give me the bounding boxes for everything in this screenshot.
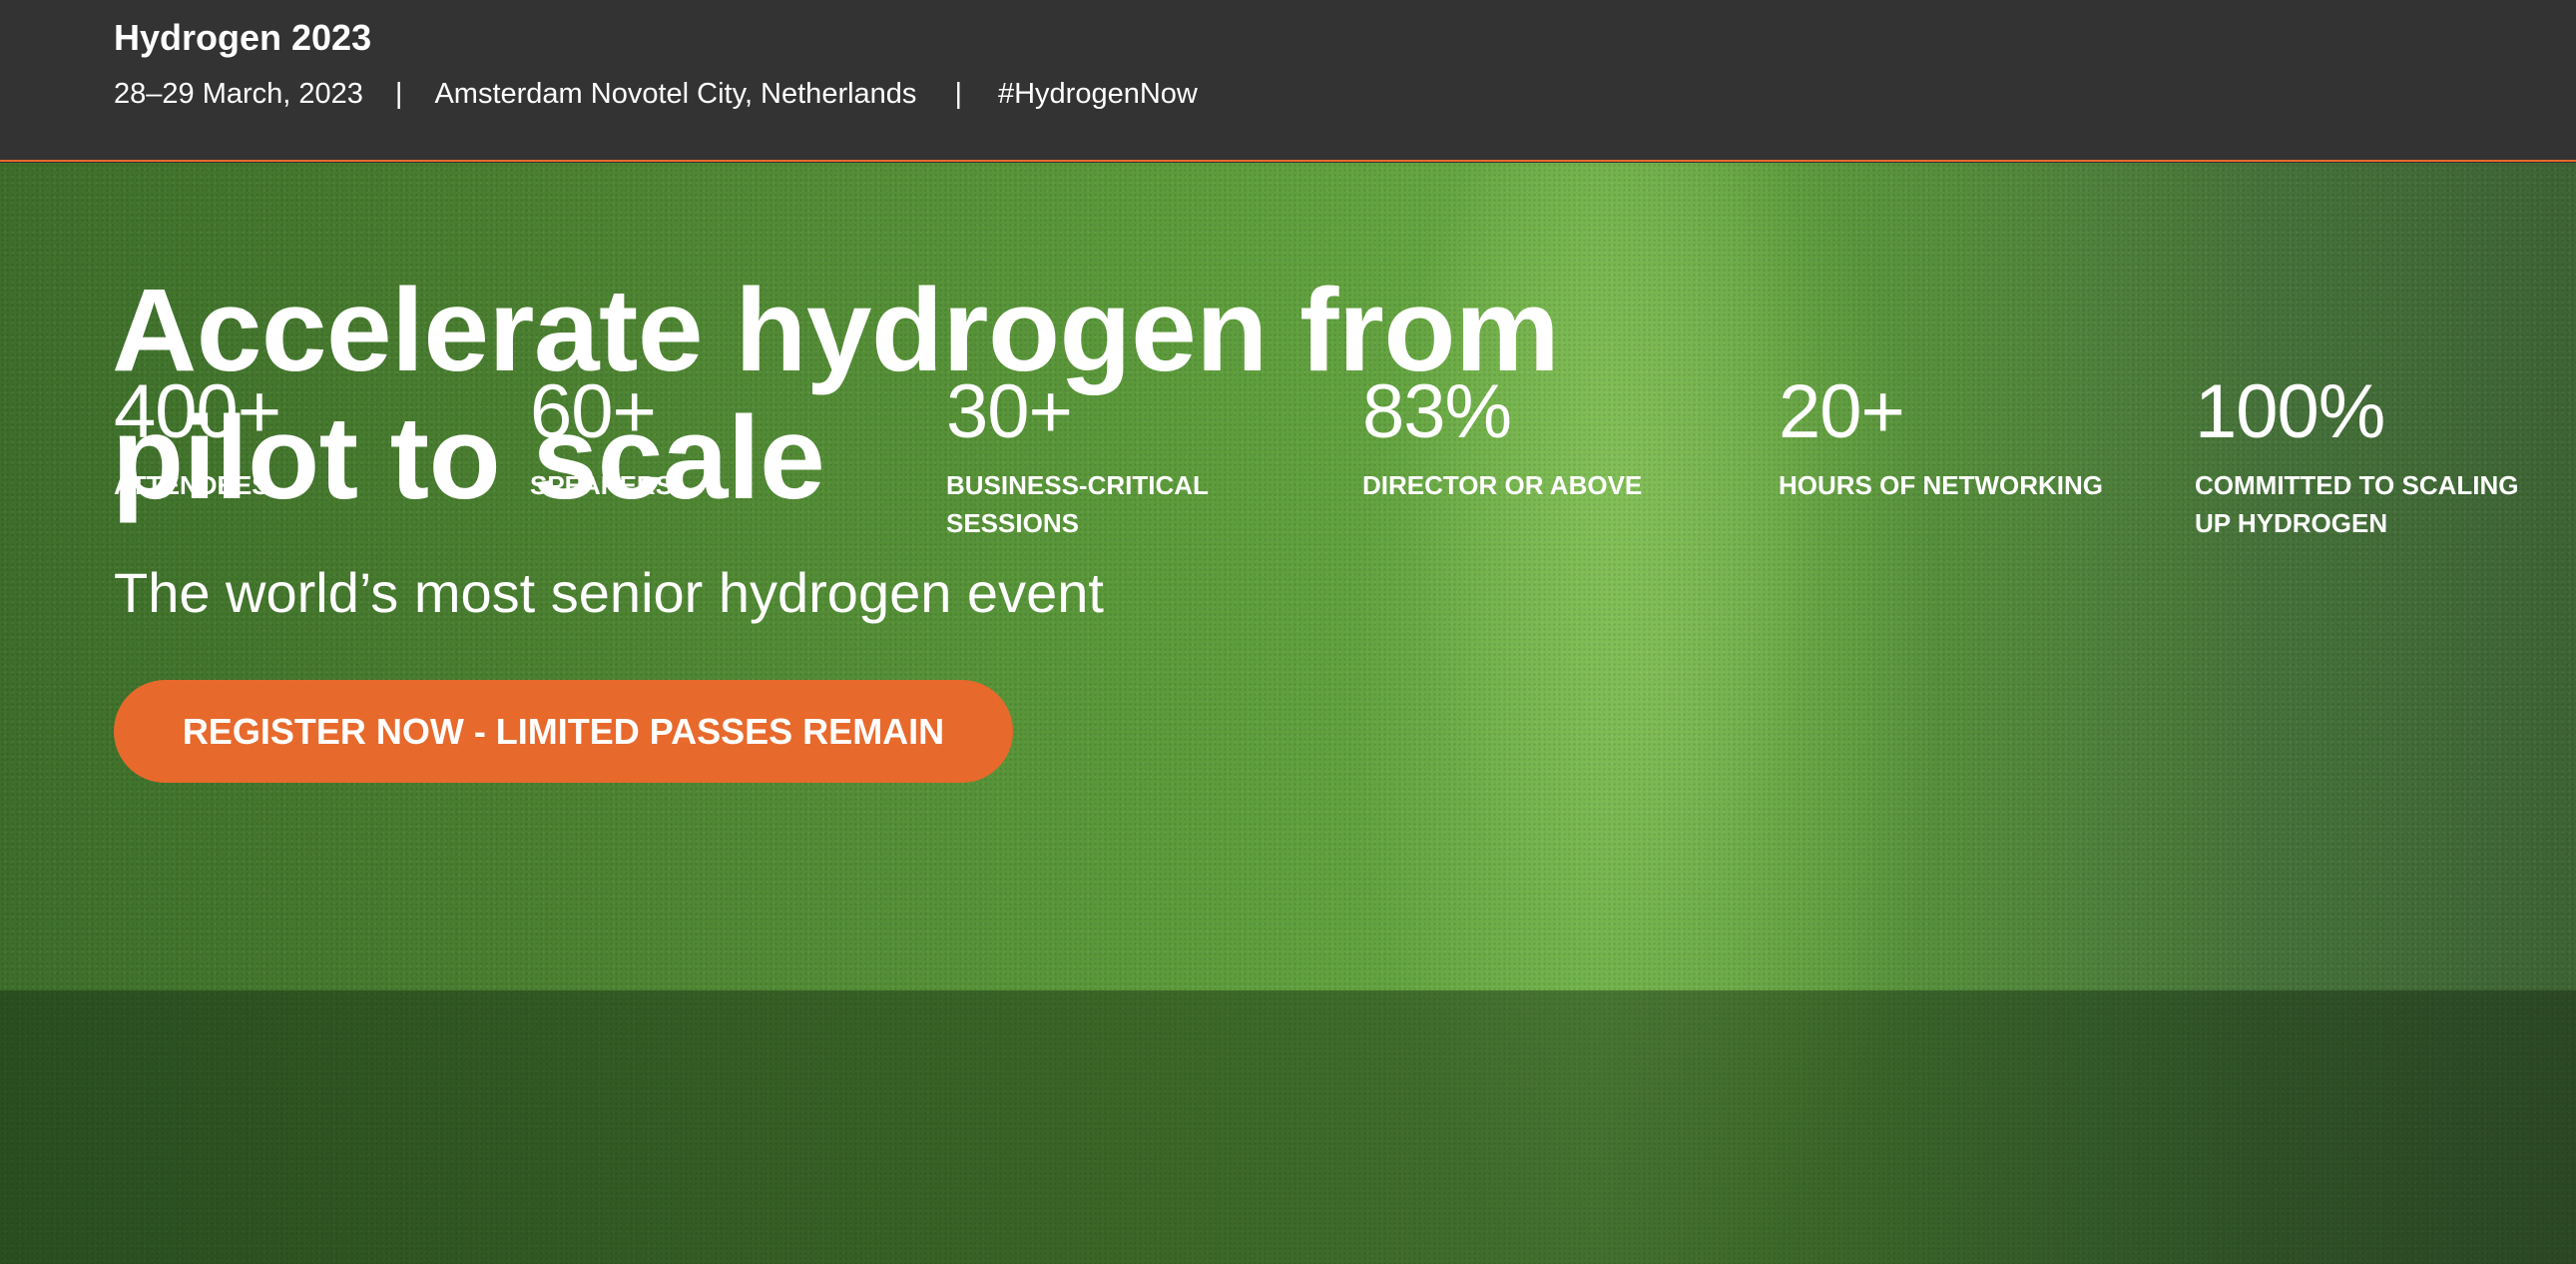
- stat-label: HOURS OF NETWORKING: [1779, 470, 2103, 500]
- stat-sessions: 30+ BUSINESS-CRITICAL SESSIONS: [946, 364, 1276, 542]
- event-meta: 28–29 March, 2023 | Amsterdam Novotel Ci…: [114, 72, 1198, 116]
- event-name: Hydrogen 2023: [114, 17, 372, 58]
- stats-band: [0, 990, 2576, 1264]
- event-dates: 28–29 March, 2023: [114, 78, 363, 110]
- hero-subheadline: The world’s most senior hydrogen event: [114, 561, 1104, 624]
- stat-value: 30+: [946, 369, 1073, 454]
- stat-value: 60+: [530, 369, 657, 454]
- stat-director-or-above: 83% DIRECTOR OR ABOVE: [1362, 364, 1692, 504]
- stat-label: BUSINESS-CRITICAL SESSIONS: [946, 470, 1209, 538]
- stat-label: ATTENDEES: [114, 470, 269, 500]
- event-hashtag: #HydrogenNow: [997, 78, 1198, 110]
- stat-value: 400+: [114, 369, 281, 454]
- meta-separator: |: [394, 78, 403, 110]
- stat-label: SPEAKERS: [530, 470, 674, 500]
- hero-banner: Accelerate hydrogen from pilot to scale …: [0, 163, 2576, 1264]
- event-header: Hydrogen 2023 28–29 March, 2023 | Amster…: [0, 0, 2576, 162]
- stat-speakers: 60+ SPEAKERS: [530, 364, 859, 504]
- stat-attendees: 400+ ATTENDEES: [114, 364, 443, 504]
- register-button[interactable]: REGISTER NOW - LIMITED PASSES REMAIN: [114, 680, 1013, 783]
- stat-value: 83%: [1362, 369, 1512, 454]
- stat-value: 100%: [2195, 369, 2385, 454]
- stat-networking-hours: 20+ HOURS OF NETWORKING: [1779, 364, 2108, 504]
- stat-label: DIRECTOR OR ABOVE: [1362, 470, 1643, 500]
- stat-value: 20+: [1779, 369, 1905, 454]
- meta-separator: |: [954, 78, 962, 110]
- stat-committed: 100% COMMITTED TO SCALING UP HYDROGEN: [2195, 364, 2524, 542]
- event-location: Amsterdam Novotel City, Netherlands: [434, 78, 917, 110]
- stat-label: COMMITTED TO SCALING UP HYDROGEN: [2195, 470, 2519, 538]
